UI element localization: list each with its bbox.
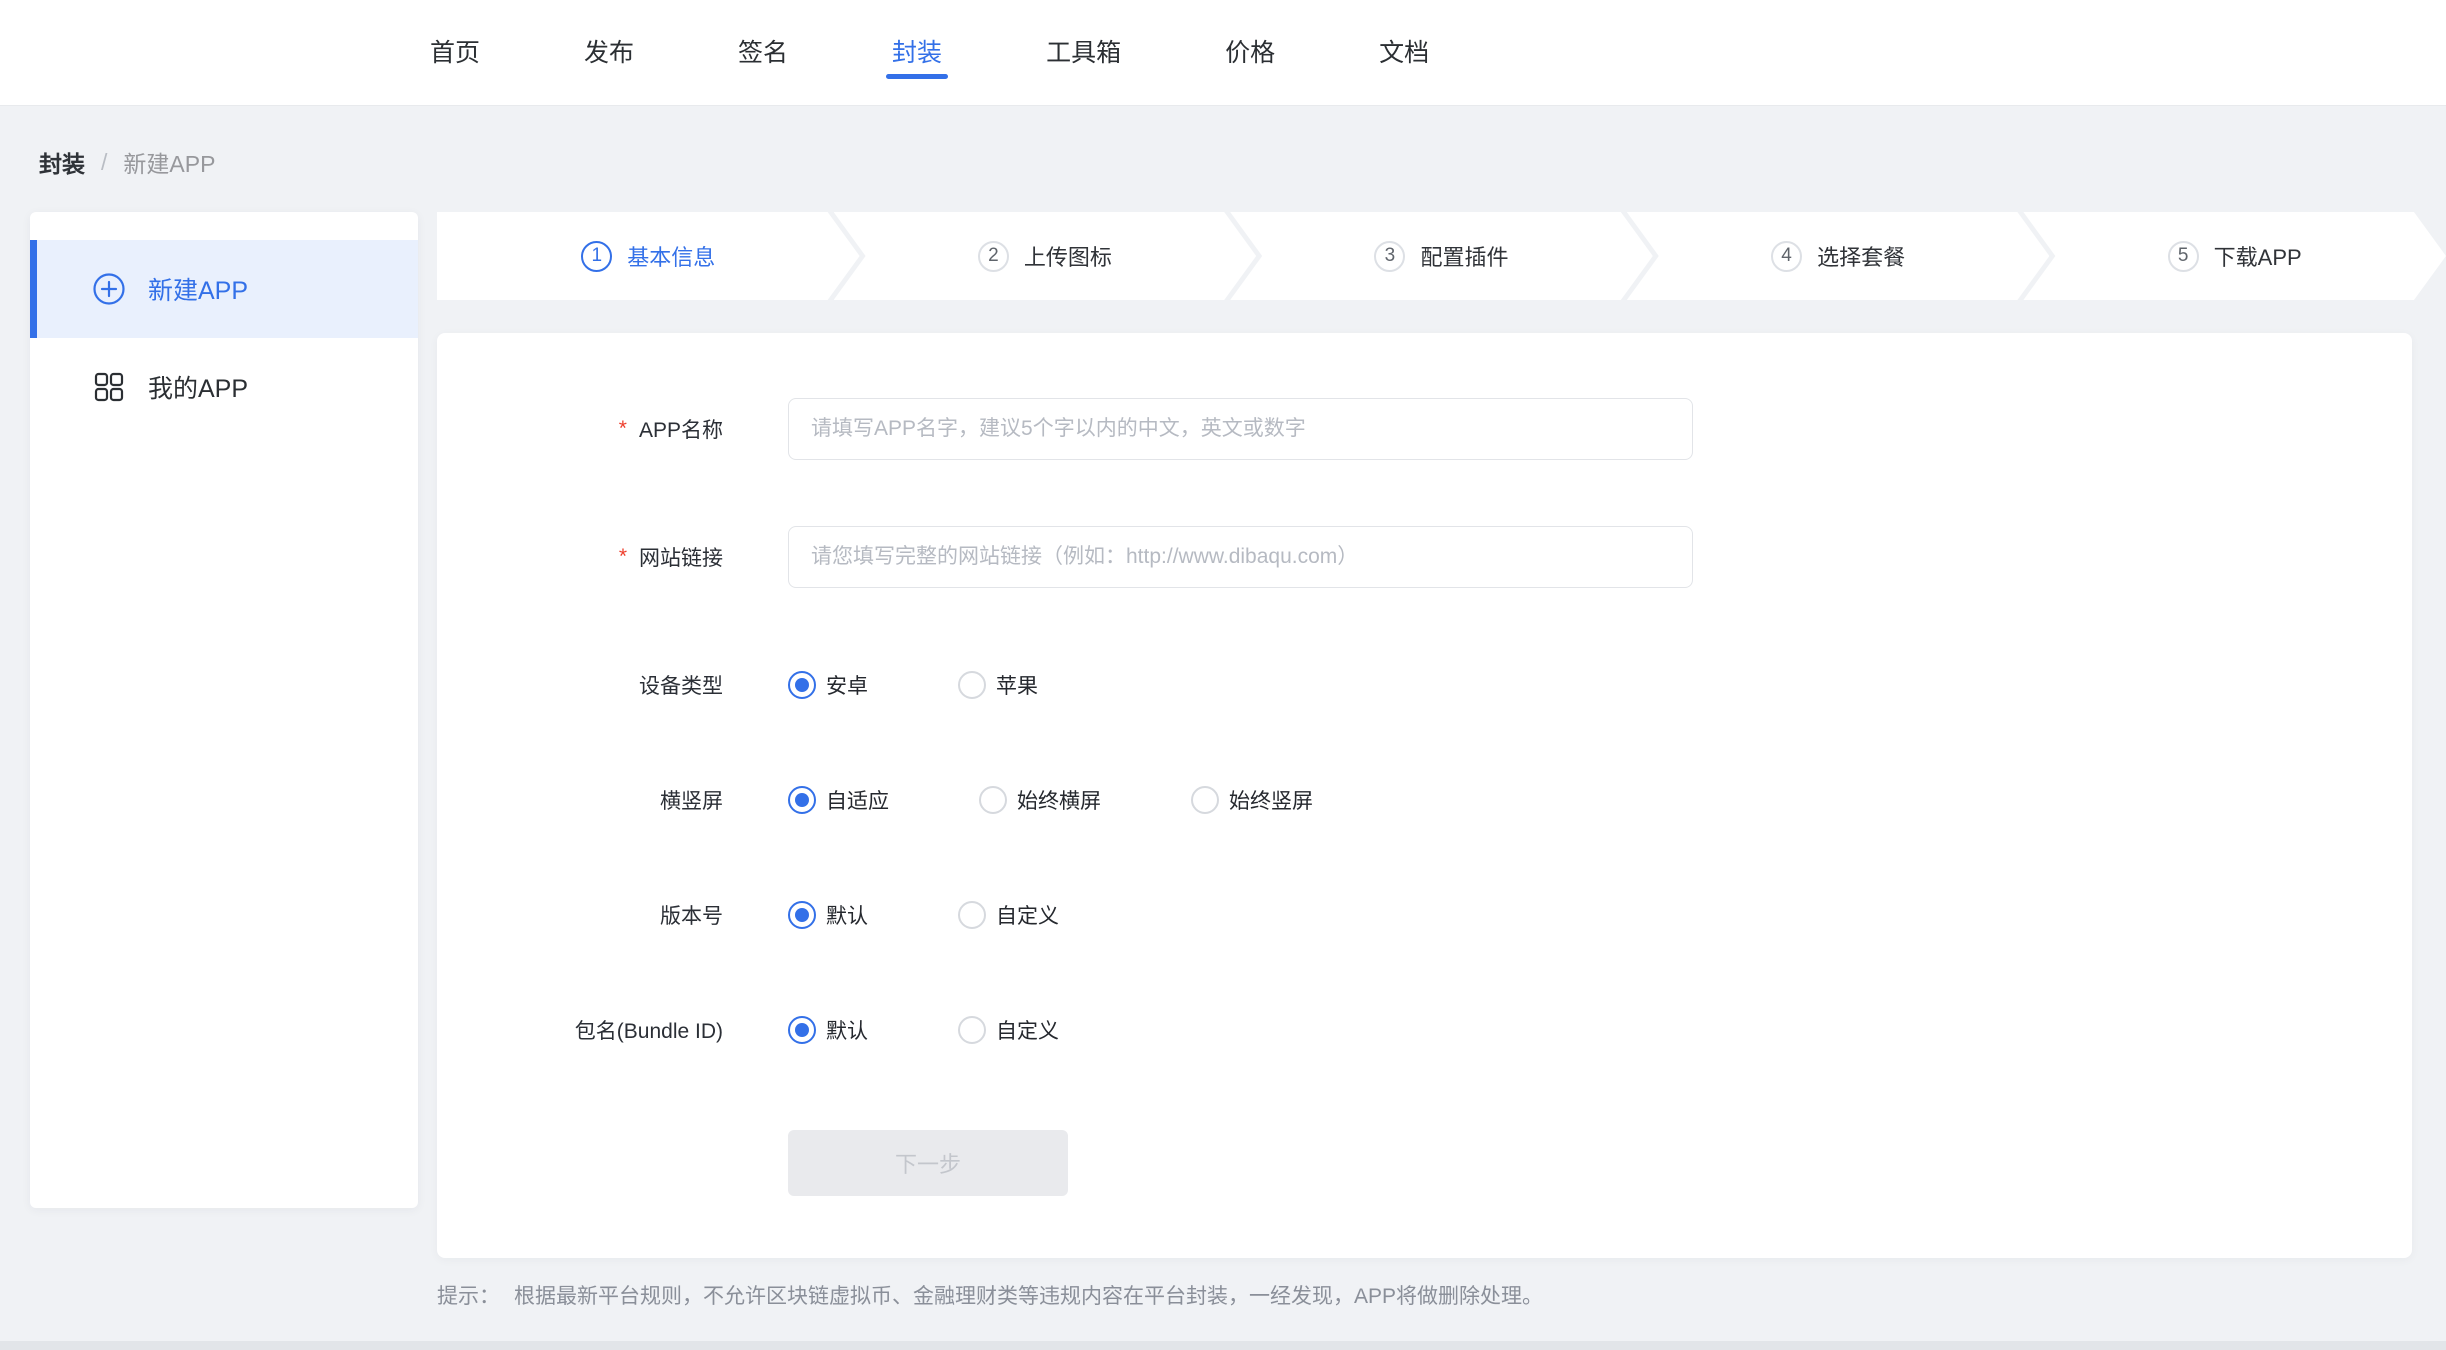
nav-item-package[interactable]: 封装 [892,0,942,106]
form-actions: 下一步 [437,1130,2412,1196]
step-label: 基本信息 [627,240,715,272]
step-number-badge: 1 [581,241,612,272]
form-row-device-type: 设备类型 安卓 苹果 [437,670,2412,700]
field-label: 横竖屏 [437,785,723,815]
step-label: 配置插件 [1420,240,1508,272]
sidebar-item-label: 我的APP [148,369,248,405]
sidebar: 新建APP 我的APP [30,212,418,1208]
radio-always-portrait[interactable]: 始终竖屏 [1191,785,1313,815]
form-row-bundle-id: 包名(Bundle ID) 默认 自定义 [437,1015,2412,1045]
step-label: 选择套餐 [1817,240,1905,272]
breadcrumb: 封装 / 新建APP [39,145,215,179]
radio-always-landscape[interactable]: 始终横屏 [979,785,1101,815]
top-nav: 首页 发布 签名 封装 工具箱 价格 文档 [0,0,2446,106]
form-row-app-name: * APP名称 [437,398,2412,460]
radio-version-default[interactable]: 默认 [788,900,868,930]
radio-auto-orientation[interactable]: 自适应 [788,785,889,815]
version-radio-group: 默认 自定义 [788,900,1149,930]
radio-ios[interactable]: 苹果 [958,670,1038,700]
radio-version-custom[interactable]: 自定义 [958,900,1059,930]
nav-item-toolbox[interactable]: 工具箱 [1046,0,1121,106]
app-name-input[interactable] [788,398,1693,460]
sidebar-item-label: 新建APP [148,271,248,307]
step-basic-info: 1 基本信息 [437,212,860,300]
required-asterisk: * [619,545,627,569]
nav-item-sign[interactable]: 签名 [738,0,788,106]
form-row-version: 版本号 默认 自定义 [437,900,2412,930]
breadcrumb-separator: / [101,149,107,176]
radio-icon [979,786,1007,814]
field-label: * APP名称 [437,414,723,444]
step-configure-plugins: 3 配置插件 [1230,212,1653,300]
orientation-radio-group: 自适应 始终横屏 始终竖屏 [788,785,1403,815]
grid-icon [92,370,126,404]
step-number-badge: 5 [2168,241,2199,272]
nav-item-price[interactable]: 价格 [1225,0,1275,106]
radio-android[interactable]: 安卓 [788,670,868,700]
bundle-id-radio-group: 默认 自定义 [788,1015,1149,1045]
radio-icon [788,1016,816,1044]
step-label: 上传图标 [1024,240,1112,272]
nav-item-docs[interactable]: 文档 [1379,0,1429,106]
field-label: 包名(Bundle ID) [437,1015,723,1045]
radio-bundle-default[interactable]: 默认 [788,1015,868,1045]
tip-prefix: 提示： [437,1280,500,1310]
required-asterisk: * [619,417,627,441]
step-upload-icon: 2 上传图标 [834,212,1257,300]
nav-item-home[interactable]: 首页 [430,0,480,106]
radio-icon [1191,786,1219,814]
tip-text: 根据最新平台规则，不允许区块链虚拟币、金融理财类等违规内容在平台封装，一经发现，… [514,1280,1543,1310]
form-row-orientation: 横竖屏 自适应 始终横屏 始终竖屏 [437,785,2412,815]
radio-icon [958,1016,986,1044]
nav-item-publish[interactable]: 发布 [584,0,634,106]
app-packaging-page: 首页 发布 签名 封装 工具箱 价格 文档 封装 / 新建APP 新建APP [0,0,2446,1350]
form-card: * APP名称 * 网站链接 设备类型 安卓 [437,333,2412,1258]
step-choose-plan: 4 选择套餐 [1627,212,2050,300]
next-step-button[interactable]: 下一步 [788,1130,1068,1196]
form-row-site-url: * 网站链接 [437,526,2412,588]
radio-bundle-custom[interactable]: 自定义 [958,1015,1059,1045]
radio-icon [788,901,816,929]
field-label: 设备类型 [437,670,723,700]
breadcrumb-section[interactable]: 封装 [39,145,85,179]
step-number-badge: 2 [978,241,1009,272]
radio-icon [958,671,986,699]
step-number-badge: 3 [1374,241,1405,272]
platform-rule-tip: 提示： 根据最新平台规则，不允许区块链虚拟币、金融理财类等违规内容在平台封装，一… [437,1280,1543,1310]
step-wizard: 1 基本信息 2 上传图标 3 配置插件 4 选择套餐 5 下载APP [437,212,2446,300]
sidebar-item-new-app[interactable]: 新建APP [30,240,418,338]
sidebar-item-my-app[interactable]: 我的APP [30,338,418,436]
radio-icon [788,671,816,699]
breadcrumb-current: 新建APP [123,145,215,179]
site-url-input[interactable] [788,526,1693,588]
device-type-radio-group: 安卓 苹果 [788,670,1128,700]
footer-strip [0,1341,2446,1350]
field-label: 版本号 [437,900,723,930]
radio-icon [788,786,816,814]
step-download-app: 5 下载APP [2023,212,2446,300]
plus-circle-icon [92,272,126,306]
field-label: * 网站链接 [437,542,723,572]
radio-icon [958,901,986,929]
step-label: 下载APP [2214,240,2302,272]
step-number-badge: 4 [1771,241,1802,272]
